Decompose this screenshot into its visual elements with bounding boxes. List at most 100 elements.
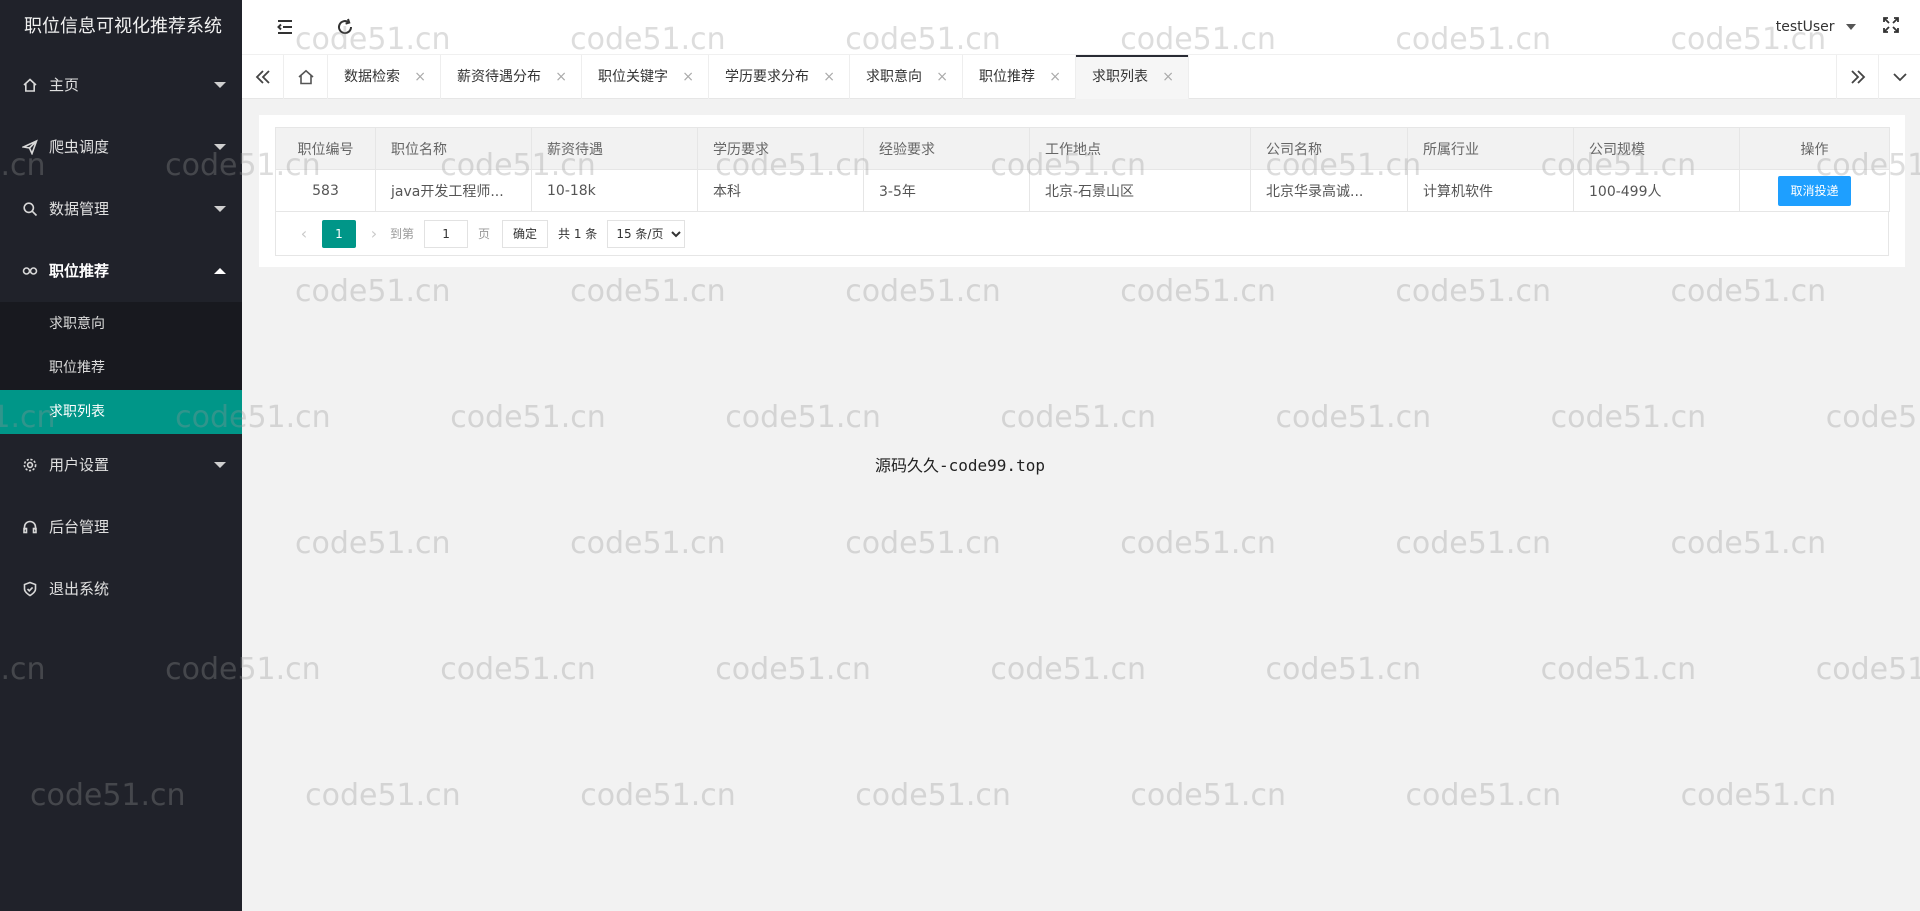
submenu-container: 求职意向 职位推荐 求职列表: [0, 302, 242, 434]
cell-education: 本科: [697, 169, 864, 212]
submenu-item-job-list[interactable]: 求职列表: [0, 390, 242, 434]
col-header-industry: 所属行业: [1407, 127, 1574, 170]
pagination: ‹ 1 › 到第 页 确定 共 1 条 15 条/页: [275, 212, 1889, 256]
submenu: 求职意向 职位推荐 求职列表: [0, 302, 242, 434]
app-title: 职位信息可视化推荐系统: [24, 16, 222, 37]
close-icon[interactable]: ×: [414, 55, 426, 99]
send-icon: [22, 139, 38, 155]
col-header-id: 职位编号: [275, 127, 376, 170]
page-number-current[interactable]: 1: [322, 219, 356, 248]
watermark-row: code51.cn code51.cn code51.cn code51.cn …: [295, 274, 1920, 309]
col-header-company: 公司名称: [1250, 127, 1408, 170]
tab-label: 职位关键字: [598, 69, 668, 85]
next-page-button[interactable]: ›: [362, 221, 386, 247]
close-icon[interactable]: ×: [682, 55, 694, 99]
tabs-bar: 数据检索 × 薪资待遇分布 × 职位关键字 × 学历要求分布 × 求职意向 × …: [242, 54, 1920, 99]
sidebar: 职位信息可视化推荐系统 主页 爬虫调度 数据管理 职位推荐 求职意向 职位推荐 …: [0, 0, 242, 911]
watermark-row: code51.cn code51.cn code51.cn code51.cn …: [0, 652, 1920, 687]
refresh-icon[interactable]: [332, 14, 358, 40]
cell-action: 取消投递: [1739, 169, 1890, 212]
watermark-row: code51.cn code51.cn code51.cn code51.cn …: [295, 526, 1920, 561]
page-jump-confirm-button[interactable]: 确定: [502, 219, 549, 248]
tab-home-icon[interactable]: [284, 55, 328, 99]
tab-education-distribution[interactable]: 学历要求分布 ×: [709, 55, 850, 99]
sidebar-item-user-settings[interactable]: 用户设置: [0, 434, 242, 496]
close-icon[interactable]: ×: [936, 55, 948, 99]
cell-scale: 100-499人: [1573, 169, 1740, 212]
tab-job-list[interactable]: 求职列表 ×: [1076, 55, 1189, 99]
chevron-down-icon: [214, 206, 226, 212]
sidebar-item-home[interactable]: 主页: [0, 54, 242, 116]
chevron-down-icon: [214, 82, 226, 88]
chevron-down-icon: [214, 462, 226, 468]
sidebar-menu: 主页 爬虫调度 数据管理 职位推荐 求职意向 职位推荐 求职列表 用户设置 后台…: [0, 54, 242, 620]
sidebar-item-label: 数据管理: [49, 200, 110, 218]
chevron-down-icon: [1846, 24, 1856, 30]
tabs-dropdown-icon[interactable]: [1878, 55, 1920, 99]
sidebar-item-crawler[interactable]: 爬虫调度: [0, 116, 242, 178]
tab-label: 薪资待遇分布: [457, 69, 541, 85]
cell-industry: 计算机软件: [1407, 169, 1574, 212]
tab-job-intention[interactable]: 求职意向 ×: [850, 55, 963, 99]
job-list-panel: 职位编号 职位名称 薪资待遇 学历要求 经验要求 工作地点 公司名称 所属行业 …: [259, 115, 1905, 267]
submenu-item-recommend[interactable]: 职位推荐: [0, 346, 242, 390]
chevron-down-icon: [214, 144, 226, 150]
close-icon[interactable]: ×: [555, 55, 567, 99]
submenu-item-intention[interactable]: 求职意向: [0, 302, 242, 346]
sidebar-item-label: 爬虫调度: [49, 138, 110, 156]
tab-label: 数据检索: [344, 69, 400, 85]
tab-label: 学历要求分布: [725, 69, 809, 85]
tab-job-recommend[interactable]: 职位推荐 ×: [963, 55, 1076, 99]
close-icon[interactable]: ×: [823, 55, 835, 99]
cell-name: java开发工程师...: [375, 169, 532, 212]
table-header-row: 职位编号 职位名称 薪资待遇 学历要求 经验要求 工作地点 公司名称 所属行业 …: [275, 127, 1890, 170]
sidebar-item-admin[interactable]: 后台管理: [0, 496, 242, 558]
watermark-row: code51.cn code51.cn code51.cn code51.cn …: [30, 778, 1920, 813]
chevron-up-icon: [214, 268, 226, 274]
sidebar-item-label: 退出系统: [49, 580, 110, 598]
col-header-experience: 经验要求: [863, 127, 1030, 170]
sidebar-item-logout[interactable]: 退出系统: [0, 558, 242, 620]
table-row: 583 java开发工程师... 10-18k 本科 3-5年 北京-石景山区 …: [275, 169, 1890, 212]
headset-icon: [22, 519, 38, 535]
page-jump-input[interactable]: [424, 219, 469, 248]
col-header-salary: 薪资待遇: [531, 127, 698, 170]
user-menu[interactable]: testUser: [1776, 0, 1856, 54]
scroll-right-icon[interactable]: [1836, 55, 1878, 99]
tab-label: 求职意向: [866, 69, 922, 85]
watermark-row: code51.cn code51.cn code51.cn code51.cn …: [0, 400, 1920, 435]
tab-label: 职位推荐: [979, 69, 1035, 85]
tab-data-search[interactable]: 数据检索 ×: [328, 55, 441, 99]
scroll-left-icon[interactable]: [242, 55, 284, 99]
tabs: 数据检索 × 薪资待遇分布 × 职位关键字 × 学历要求分布 × 求职意向 × …: [284, 55, 1189, 99]
link-icon: [22, 263, 38, 279]
cancel-application-button[interactable]: 取消投递: [1778, 175, 1851, 206]
col-header-location: 工作地点: [1029, 127, 1251, 170]
close-icon[interactable]: ×: [1162, 55, 1174, 99]
sidebar-item-recommend[interactable]: 职位推荐: [0, 240, 242, 302]
close-icon[interactable]: ×: [1049, 55, 1061, 99]
sidebar-item-label: 职位推荐: [49, 262, 110, 280]
job-table: 职位编号 职位名称 薪资待遇 学历要求 经验要求 工作地点 公司名称 所属行业 …: [275, 127, 1890, 212]
sidebar-item-label: 用户设置: [49, 456, 110, 474]
username: testUser: [1775, 19, 1835, 35]
page-label: 页: [478, 227, 491, 241]
col-header-action: 操作: [1739, 127, 1890, 170]
sidebar-item-data[interactable]: 数据管理: [0, 178, 242, 240]
sidebar-item-label: 主页: [49, 76, 80, 94]
tab-salary-distribution[interactable]: 薪资待遇分布 ×: [441, 55, 582, 99]
tab-job-keywords[interactable]: 职位关键字 ×: [582, 55, 709, 99]
collapse-sidebar-icon[interactable]: [272, 14, 298, 40]
source-credit: 源码久久-code99.top: [875, 456, 1045, 475]
fullscreen-icon[interactable]: [1882, 16, 1902, 36]
cell-company: 北京华录高诚...: [1250, 169, 1408, 212]
sidebar-item-label: 后台管理: [49, 518, 110, 536]
cell-experience: 3-5年: [863, 169, 1030, 212]
col-header-scale: 公司规模: [1573, 127, 1740, 170]
prev-page-button[interactable]: ‹: [292, 221, 316, 247]
shield-icon: [22, 581, 38, 597]
col-header-name: 职位名称: [375, 127, 532, 170]
page-size-select[interactable]: 15 条/页: [607, 219, 686, 248]
cell-salary: 10-18k: [531, 169, 698, 212]
search-icon: [22, 201, 38, 217]
